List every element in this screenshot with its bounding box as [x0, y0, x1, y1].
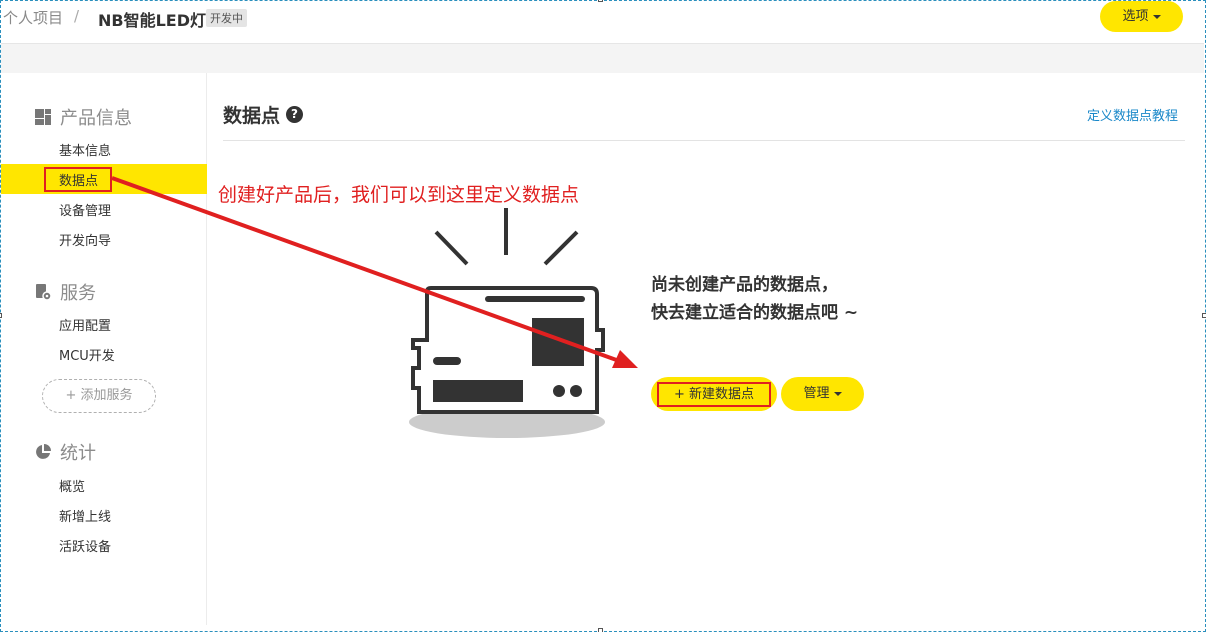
section-services: 服务 — [34, 279, 96, 305]
chevron-down-icon — [1152, 14, 1161, 19]
new-datapoint-label[interactable]: + 新建数据点 — [657, 382, 771, 407]
sidebar-item-datapoints[interactable]: 数据点 — [59, 170, 98, 189]
manage-button[interactable]: 管理 — [781, 377, 864, 411]
header-band — [1, 44, 1204, 73]
service-gear-icon — [36, 284, 52, 301]
sidebar-item-basic-info[interactable]: 基本信息 — [59, 140, 111, 159]
device-illustration — [409, 208, 605, 438]
resize-handle[interactable] — [1202, 313, 1206, 318]
sidebar-item-dev-guide[interactable]: 开发向导 — [59, 230, 111, 249]
status-badge: 开发中 — [206, 9, 247, 27]
project-title: NB智能LED灯 — [98, 11, 206, 30]
options-button[interactable]: 选项 — [1100, 1, 1183, 32]
resize-handle[interactable] — [598, 0, 603, 2]
chevron-down-icon — [833, 391, 842, 396]
section-title: 统计 — [60, 443, 96, 464]
question-circle-icon[interactable]: ? — [286, 106, 304, 123]
empty-state-message: 尚未创建产品的数据点， 快去建立适合的数据点吧 ~ — [651, 271, 858, 327]
sidebar: 产品信息 基本信息 数据点 设备管理 开发向导 服务 应用配置 MCU开发 + … — [1, 73, 207, 625]
sidebar-item-mcu-dev[interactable]: MCU开发 — [59, 345, 115, 364]
resize-handle[interactable] — [598, 628, 603, 632]
dashboard-icon — [35, 109, 51, 125]
top-bar: 个人项目 / NB智能LED灯 开发中 选项 — [1, 1, 1204, 44]
sidebar-item-app-config[interactable]: 应用配置 — [59, 315, 111, 334]
section-title: 服务 — [60, 283, 96, 304]
title-divider — [223, 140, 1185, 141]
breadcrumb-separator: / — [74, 7, 80, 25]
manage-label: 管理 — [803, 386, 830, 401]
empty-line-2: 快去建立适合的数据点吧 ~ — [651, 303, 859, 323]
section-product-info: 产品信息 — [34, 104, 132, 130]
add-service-button[interactable]: + 添加服务 — [42, 379, 156, 413]
sidebar-item-active-devices[interactable]: 活跃设备 — [59, 536, 111, 555]
sidebar-item-overview[interactable]: 概览 — [59, 476, 85, 495]
section-title: 产品信息 — [60, 108, 132, 129]
empty-line-1: 尚未创建产品的数据点， — [651, 275, 838, 295]
breadcrumb-root[interactable]: 个人项目 — [3, 7, 63, 28]
sidebar-item-device-management[interactable]: 设备管理 — [59, 200, 111, 219]
page-title: 数据点 ? — [223, 101, 304, 128]
resize-handle[interactable] — [0, 313, 2, 318]
section-statistics: 统计 — [34, 439, 96, 465]
page-title-text: 数据点 — [223, 105, 281, 127]
pie-chart-icon — [36, 444, 51, 459]
tutorial-link[interactable]: 定义数据点教程 — [1087, 105, 1178, 124]
options-label: 选项 — [1122, 9, 1149, 24]
sidebar-item-new-online[interactable]: 新增上线 — [59, 506, 111, 525]
